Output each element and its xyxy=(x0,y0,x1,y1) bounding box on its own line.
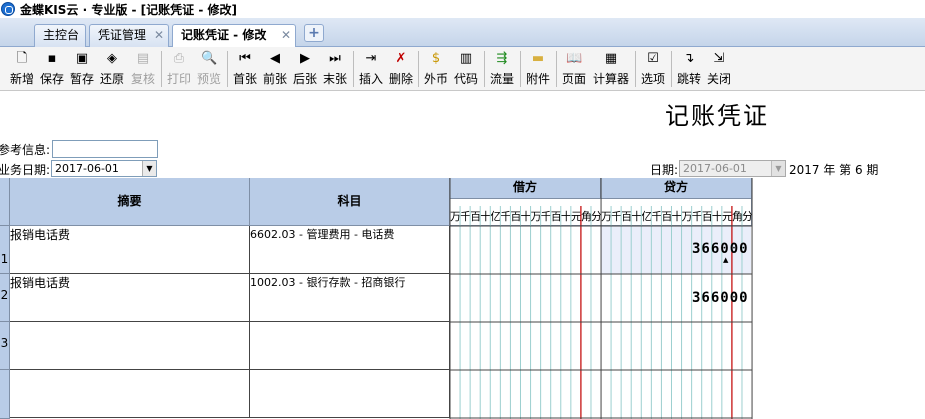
ref-info-input[interactable] xyxy=(52,140,158,158)
row-number: 1 xyxy=(0,226,10,274)
page-button[interactable]: 📖 页面 xyxy=(560,49,588,89)
tab-main-console[interactable]: 主控台 xyxy=(34,24,86,47)
summary-cell[interactable] xyxy=(10,322,250,370)
close-window-button[interactable]: ⇲ 关闭 xyxy=(705,49,733,89)
currency-button[interactable]: $ 外币 xyxy=(422,49,450,89)
biz-date-label: 业务日期: xyxy=(0,163,51,177)
add-tab-button[interactable]: + xyxy=(304,24,324,42)
biz-date-select[interactable]: 2017-06-01 ▼ xyxy=(51,160,157,177)
chevron-down-icon[interactable]: ▼ xyxy=(771,161,785,176)
calculator-button[interactable]: ▦ 计算器 xyxy=(591,49,631,89)
next-icon: ▶ xyxy=(300,51,310,66)
row-number xyxy=(0,370,10,419)
summary-text: 报销电话费 xyxy=(10,276,71,290)
save-button[interactable]: ▪ 保存 xyxy=(38,49,66,89)
chevron-down-icon[interactable]: ▼ xyxy=(142,161,156,176)
summary-cell[interactable] xyxy=(10,370,250,418)
subject-text: 6602.03 - 管理费用 - 电话费 xyxy=(250,228,395,241)
stash-button[interactable]: ▣ 暂存 xyxy=(68,49,96,89)
tab-label: 主控台 xyxy=(43,28,80,42)
preview-icon: 🔍 xyxy=(201,51,218,66)
subject-cell[interactable] xyxy=(250,370,450,418)
debit-amount[interactable]: 366000 xyxy=(692,290,749,306)
flow-button[interactable]: ⇶ 流量 xyxy=(488,49,516,89)
toolbar-separator xyxy=(635,51,636,87)
credit-amount[interactable]: 366000 xyxy=(692,241,749,257)
date-label: 日期: xyxy=(650,163,679,177)
page-icon: 📖 xyxy=(566,51,583,66)
tab-label: 记账凭证 - 修改 xyxy=(181,28,267,42)
save-icon: ▪ xyxy=(47,51,57,66)
voucher-entry-grid: 摘要 科目 借方 贷方 万千百十亿千百十万千百十元角分万千百十亿千百十万千百十元… xyxy=(0,178,925,419)
tab-voucher-management[interactable]: 凭证管理 ✕ xyxy=(89,24,169,47)
new-button[interactable]: 🗋 新增 xyxy=(8,49,36,89)
last-button[interactable]: ⏭ 末张 xyxy=(321,49,349,89)
stash-icon: ▣ xyxy=(75,51,89,66)
toolbar: 🗋 新增 ▪ 保存 ▣ 暂存 ◈ 还原 ▤ 复核 ⎙ 打印 🔍 预览 ⏮ 首张 ◀ 前张 ▶ 后张 … xyxy=(0,47,925,91)
insert-row-button[interactable]: ⇥ 插入 xyxy=(357,49,385,89)
prev-icon: ◀ xyxy=(270,51,280,66)
next-button[interactable]: ▶ 后张 xyxy=(291,49,319,89)
delete-row-button[interactable]: ✗ 删除 xyxy=(387,49,415,89)
review-button[interactable]: ▤ 复核 xyxy=(129,49,157,89)
preview-button[interactable]: 🔍 预览 xyxy=(195,49,223,89)
biz-date-value: 2017-06-01 xyxy=(55,162,119,175)
period-text: 2017 年 第 6 期 xyxy=(789,163,879,177)
toolbar-separator xyxy=(418,51,419,87)
tab-label: 凭证管理 xyxy=(98,28,147,42)
print-icon: ⎙ xyxy=(173,51,185,66)
tab-bar: 主控台 凭证管理 ✕ 记账凭证 - 修改 ✕ xyxy=(0,18,925,48)
first-icon: ⏮ xyxy=(239,51,251,66)
subject-cell[interactable]: 1002.03 - 银行存款 - 招商银行 xyxy=(250,274,450,322)
close-window-icon: ⇲ xyxy=(713,51,725,66)
subject-text: 1002.03 - 银行存款 - 招商银行 xyxy=(250,276,406,289)
voucher-date-value: 2017-06-01 xyxy=(683,162,747,175)
voucher-title: 记账凭证 xyxy=(665,102,769,130)
voucher-date-field[interactable]: 2017-06-01 ▼ xyxy=(679,160,786,177)
title-bar: 金蝶KIS云 · 专业版 - [记账凭证 - 修改] xyxy=(0,0,925,18)
toolbar-separator xyxy=(227,51,228,87)
toolbar-separator xyxy=(353,51,354,87)
attachment-button[interactable]: ▬ 附件 xyxy=(524,49,552,89)
summary-cell[interactable]: 报销电话费 xyxy=(10,226,250,274)
window-title: 金蝶KIS云 · 专业版 - [记账凭证 - 修改] xyxy=(20,3,237,17)
tab-voucher-edit[interactable]: 记账凭证 - 修改 ✕ xyxy=(172,24,296,48)
print-button[interactable]: ⎙ 打印 xyxy=(165,49,193,89)
summary-text: 报销电话费 xyxy=(10,228,71,242)
prev-button[interactable]: ◀ 前张 xyxy=(261,49,289,89)
row-number: 2 xyxy=(0,274,10,322)
subject-cell[interactable]: 6602.03 - 管理费用 - 电话费 xyxy=(250,226,450,274)
app-logo-icon xyxy=(1,2,15,16)
flow-icon: ⇶ xyxy=(496,51,508,66)
review-icon: ▤ xyxy=(136,51,150,66)
restore-icon: ◈ xyxy=(107,51,117,66)
toolbar-separator xyxy=(520,51,521,87)
row-number: 3 xyxy=(0,322,10,370)
options-icon: ☑ xyxy=(647,51,659,66)
restore-button[interactable]: ◈ 还原 xyxy=(98,49,126,89)
jump-icon: ↴ xyxy=(683,51,695,66)
code-button[interactable]: ▥ 代码 xyxy=(452,49,480,89)
toolbar-separator xyxy=(161,51,162,87)
close-icon[interactable]: ✕ xyxy=(281,25,291,46)
toolbar-separator xyxy=(556,51,557,87)
summary-cell[interactable]: 报销电话费 xyxy=(10,274,250,322)
close-icon[interactable]: ✕ xyxy=(154,25,164,46)
subject-cell[interactable] xyxy=(250,322,450,370)
ref-info-label: 参考信息: xyxy=(0,143,51,157)
first-button[interactable]: ⏮ 首张 xyxy=(231,49,259,89)
insert-row-icon: ⇥ xyxy=(365,51,377,66)
currency-icon: $ xyxy=(431,51,441,66)
options-button[interactable]: ☑ 选项 xyxy=(639,49,667,89)
cursor-marker-icon: ▲ xyxy=(723,256,729,264)
folder-icon: ▬ xyxy=(531,51,545,66)
last-icon: ⏭ xyxy=(329,51,341,66)
toolbar-separator xyxy=(671,51,672,87)
calculator-icon: ▦ xyxy=(604,51,618,66)
toolbar-separator xyxy=(484,51,485,87)
delete-row-icon: ✗ xyxy=(395,51,407,66)
code-icon: ▥ xyxy=(459,51,473,66)
new-doc-icon: 🗋 xyxy=(16,51,28,66)
jump-button[interactable]: ↴ 跳转 xyxy=(675,49,703,89)
